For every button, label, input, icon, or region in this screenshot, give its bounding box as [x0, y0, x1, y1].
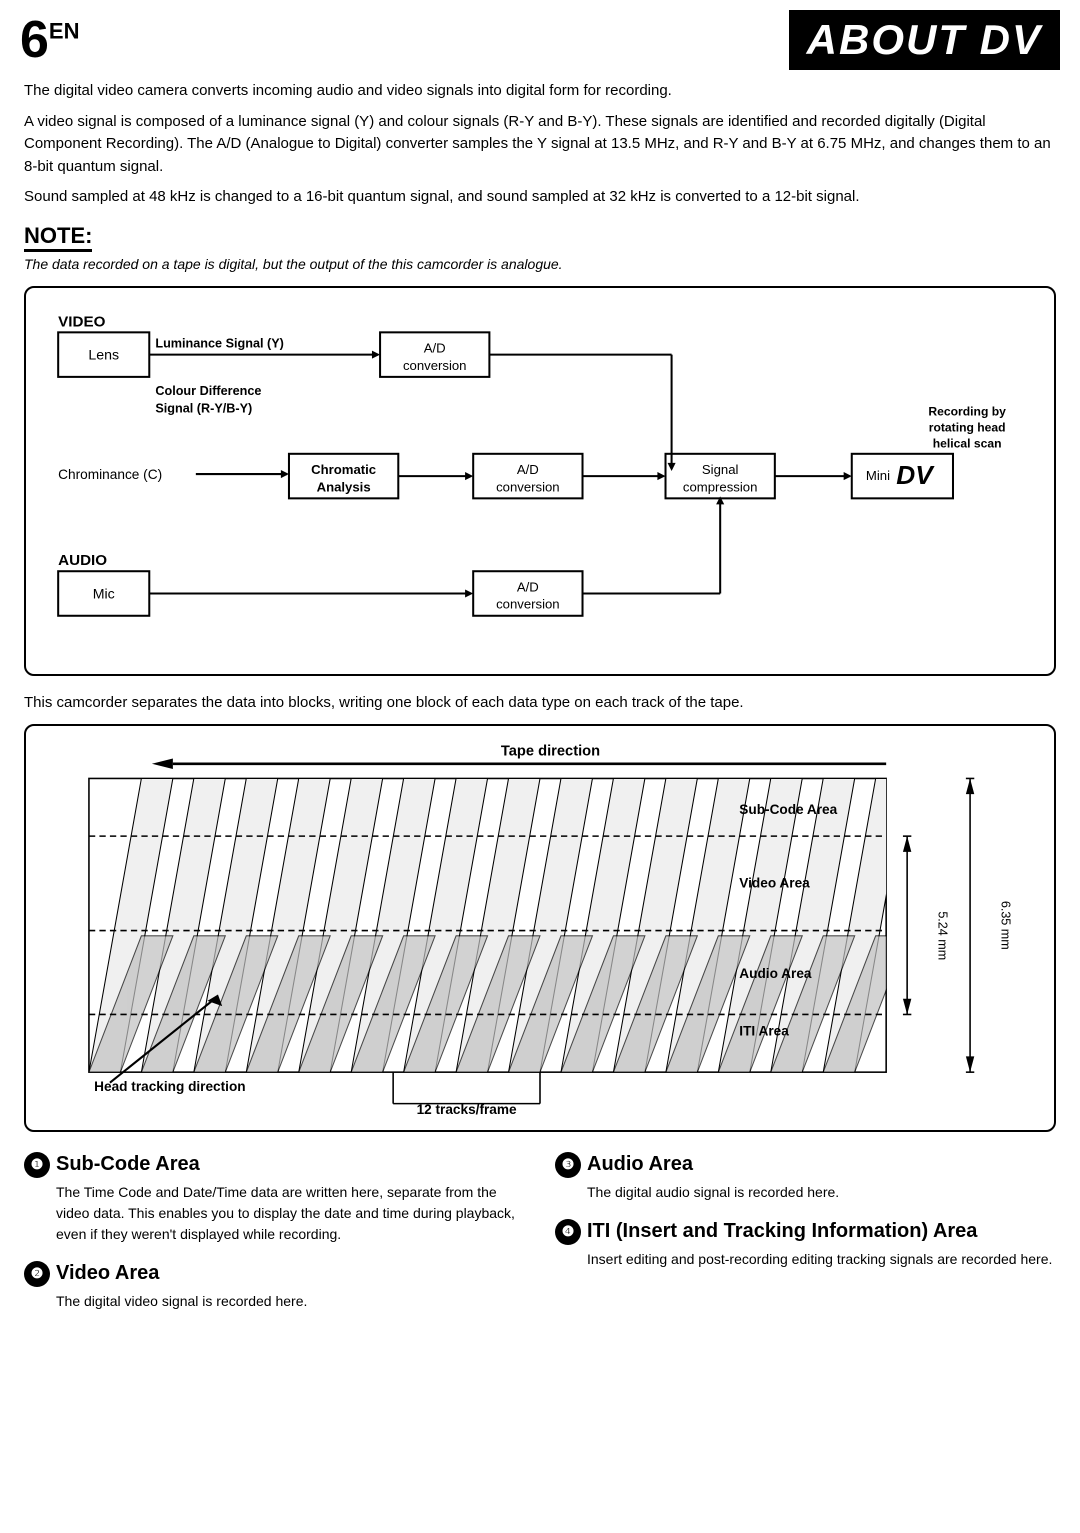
svg-text:helical scan: helical scan [933, 436, 1002, 450]
sub-code-title: Sub-Code Area [56, 1153, 200, 1176]
svg-text:Audio Area: Audio Area [739, 966, 812, 981]
video-area-text: The digital video signal is recorded her… [56, 1291, 525, 1312]
svg-text:Chrominance (C): Chrominance (C) [58, 467, 162, 482]
bullet-3: ❸ [555, 1152, 581, 1178]
sub-code-text: The Time Code and Date/Time data are wri… [56, 1182, 525, 1245]
sub-code-section: ❶ Sub-Code Area The Time Code and Date/T… [24, 1152, 525, 1245]
svg-text:VIDEO: VIDEO [58, 313, 105, 330]
about-dv-title: ABOUT DV [789, 10, 1060, 70]
video-area-heading: ❷ Video Area [24, 1261, 525, 1287]
paragraph-2: A video signal is composed of a luminanc… [24, 111, 1056, 179]
audio-area-title: Audio Area [587, 1153, 693, 1176]
flow-diagram-box: VIDEO Lens Luminance Signal (Y) Colour D… [24, 286, 1056, 676]
page-number: 6EN [20, 14, 79, 66]
svg-text:Analysis: Analysis [317, 479, 371, 494]
svg-text:DV: DV [896, 460, 935, 490]
paragraph-3: Sound sampled at 48 kHz is changed to a … [24, 186, 1056, 209]
iti-heading: ❹ ITI (Insert and Tracking Information) … [555, 1219, 1056, 1245]
tape-diagram-svg: Tape direction [26, 726, 1054, 1125]
audio-area-text: The digital audio signal is recorded her… [587, 1182, 1056, 1203]
svg-text:conversion: conversion [496, 596, 560, 611]
svg-text:Video Area: Video Area [739, 876, 810, 891]
bullet-4: ❹ [555, 1219, 581, 1245]
iti-title: ITI (Insert and Tracking Information) Ar… [587, 1220, 977, 1243]
bottom-left: ❶ Sub-Code Area The Time Code and Date/T… [24, 1152, 525, 1328]
bottom-sections: ❶ Sub-Code Area The Time Code and Date/T… [24, 1152, 1056, 1328]
svg-text:A/D: A/D [424, 340, 446, 355]
svg-text:A/D: A/D [517, 579, 539, 594]
svg-text:Chromatic: Chromatic [311, 462, 376, 477]
note-section: NOTE: The data recorded on a tape is dig… [24, 223, 1056, 274]
svg-text:Tape direction: Tape direction [501, 744, 600, 760]
svg-text:Luminance Signal (Y): Luminance Signal (Y) [155, 336, 284, 350]
separator-text: This camcorder separates the data into b… [24, 692, 1056, 715]
video-area-title: Video Area [56, 1262, 159, 1285]
bottom-right: ❸ Audio Area The digital audio signal is… [555, 1152, 1056, 1328]
svg-text:Sub-Code Area: Sub-Code Area [739, 802, 837, 817]
svg-text:5.24 mm: 5.24 mm [936, 912, 950, 961]
audio-area-section: ❸ Audio Area The digital audio signal is… [555, 1152, 1056, 1203]
sub-code-heading: ❶ Sub-Code Area [24, 1152, 525, 1178]
audio-area-heading: ❸ Audio Area [555, 1152, 1056, 1178]
svg-text:Lens: Lens [88, 347, 119, 363]
svg-text:Mini: Mini [866, 468, 890, 483]
svg-text:Signal (R-Y/B-Y): Signal (R-Y/B-Y) [155, 401, 252, 415]
paragraph-1: The digital video camera converts incomi… [24, 80, 1056, 103]
bullet-2: ❷ [24, 1261, 50, 1287]
svg-text:ITI Area: ITI Area [739, 1024, 789, 1039]
svg-text:Mic: Mic [93, 586, 115, 602]
iti-section: ❹ ITI (Insert and Tracking Information) … [555, 1219, 1056, 1270]
page-header: 6EN ABOUT DV [0, 0, 1080, 74]
iti-text: Insert editing and post-recording editin… [587, 1249, 1056, 1270]
svg-text:conversion: conversion [496, 479, 560, 494]
svg-text:rotating head: rotating head [929, 420, 1006, 434]
main-content: The digital video camera converts incomi… [0, 74, 1080, 1352]
svg-text:6.35 mm: 6.35 mm [999, 901, 1013, 950]
svg-text:compression: compression [683, 479, 758, 494]
svg-text:Recording by: Recording by [928, 404, 1006, 418]
svg-text:Head tracking direction: Head tracking direction [94, 1079, 245, 1094]
note-text: The data recorded on a tape is digital, … [24, 256, 563, 272]
svg-text:conversion: conversion [403, 357, 467, 372]
bullet-1: ❶ [24, 1152, 50, 1178]
svg-text:AUDIO: AUDIO [58, 552, 107, 569]
note-title: NOTE: [24, 223, 92, 252]
svg-text:Colour Difference: Colour Difference [155, 384, 261, 398]
tape-diagram-box: Tape direction [24, 724, 1056, 1132]
svg-text:Signal: Signal [702, 462, 739, 477]
svg-text:A/D: A/D [517, 462, 539, 477]
video-area-section: ❷ Video Area The digital video signal is… [24, 1261, 525, 1312]
